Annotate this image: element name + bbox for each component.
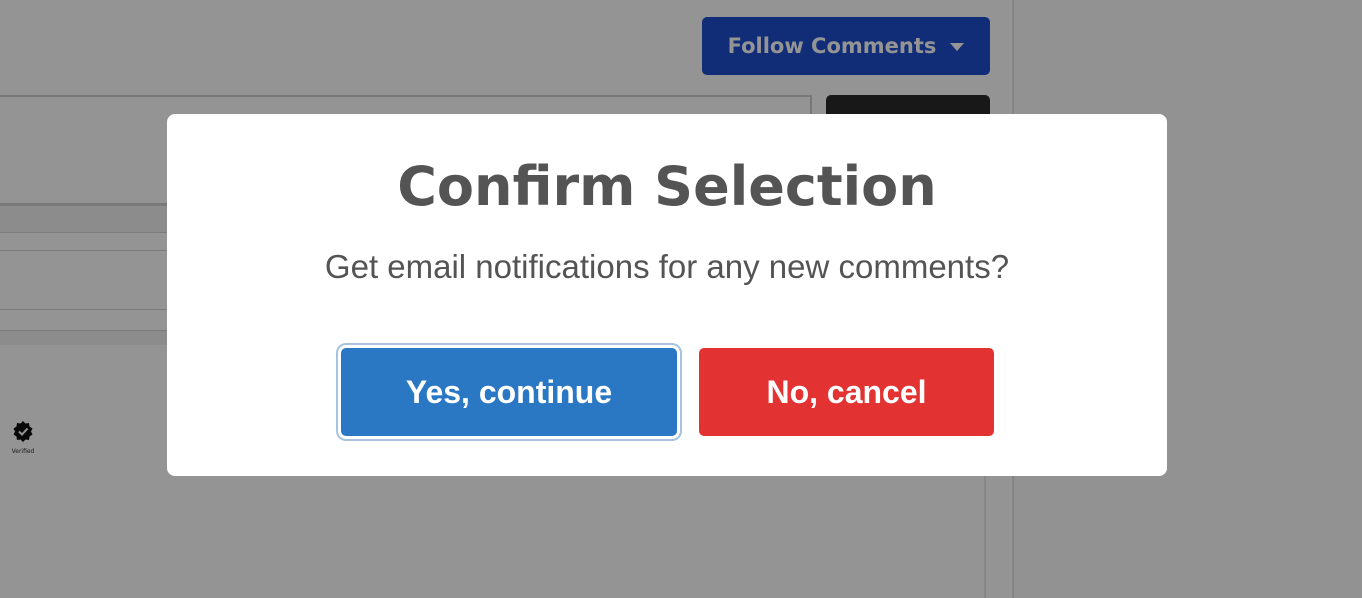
dialog-message: Get email notifications for any new comm… (324, 248, 1010, 285)
dialog-title: Confirm Selection (397, 155, 937, 218)
confirm-button[interactable]: Yes, continue (341, 348, 677, 436)
cancel-button[interactable]: No, cancel (699, 348, 994, 436)
page: Follow Comments Verified Confirm Selecti… (0, 0, 1362, 598)
confirm-dialog: Confirm Selection Get email notification… (167, 114, 1167, 476)
